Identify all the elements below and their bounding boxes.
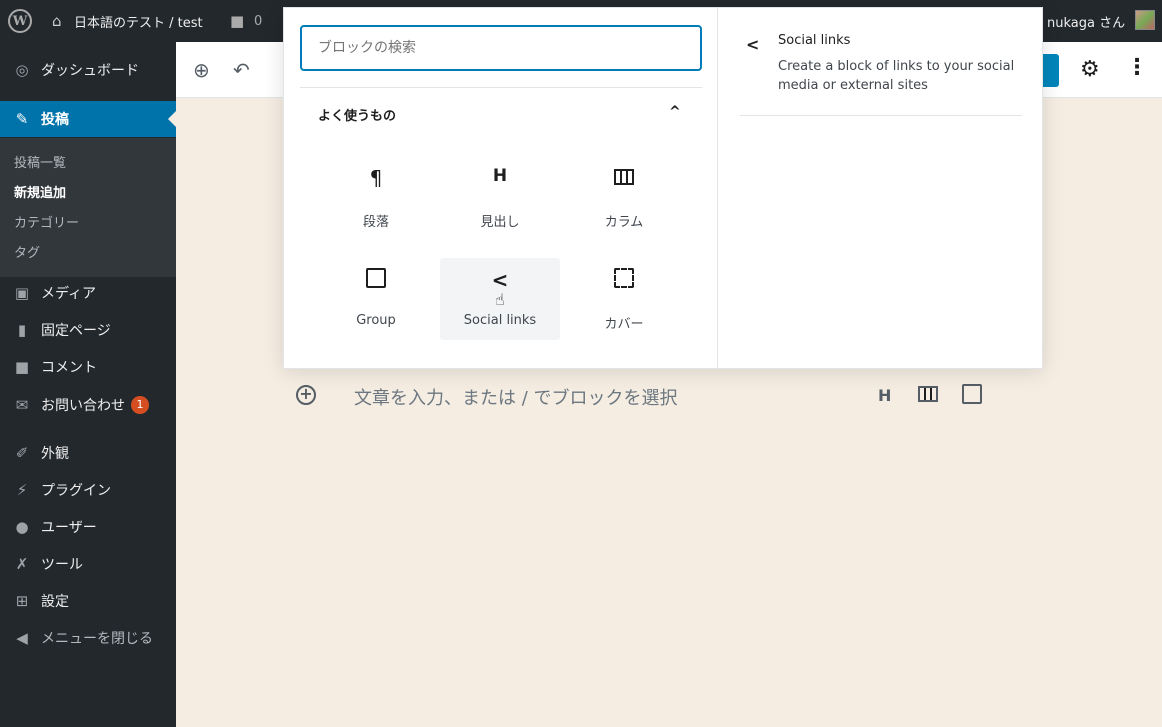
sidebar-item-media[interactable]: ▣ メディア [0,275,176,311]
wordpress-logo-icon[interactable]: W [8,9,32,33]
comment-count[interactable]: 0 [254,0,262,42]
inline-add-block-icon[interactable]: + [296,385,316,405]
notification-badge: 1 [131,396,149,414]
paragraph-icon: ¶ [369,166,383,190]
sidebar-item-tools[interactable]: ✗ ツール [0,546,176,582]
sidebar-item-label: 固定ページ [41,323,111,339]
sidebar-sub-add-new[interactable]: 新規追加 [14,182,66,201]
preview-title: Social links [778,33,851,48]
sidebar-item-label: メディア [41,286,97,302]
brush-icon: ✐ [15,444,29,462]
sidebar-item-users[interactable]: ● ユーザー [0,509,176,545]
block-search-input[interactable] [300,25,702,71]
sidebar-item-label: 投稿 [41,112,69,128]
media-icon: ▣ [14,284,30,302]
quick-heading-icon[interactable]: H [878,386,891,405]
block-placeholder[interactable]: 文章を入力、または / でブロックを選択 [354,384,678,410]
sidebar-item-label: 外観 [41,446,69,462]
sidebar-item-posts[interactable]: ✎ 投稿 [0,101,176,137]
sidebar-item-dashboard[interactable]: ◎ ダッシュボード [0,52,176,88]
mail-icon: ✉ [15,396,29,414]
heading-icon: H [492,166,508,186]
sidebar-sub-tags[interactable]: タグ [14,242,40,261]
sidebar-item-label: コメント [41,360,97,376]
sidebar-item-pages[interactable]: ▮ 固定ページ [0,312,176,348]
sidebar-sub-categories[interactable]: カテゴリー [14,212,79,231]
sidebar-item-settings[interactable]: ⊞ 設定 [0,583,176,619]
sidebar-item-comments[interactable]: ■ コメント [0,349,176,385]
avatar[interactable] [1135,10,1155,30]
active-indicator [168,111,176,127]
add-block-icon[interactable]: ⊕ [193,58,210,82]
home-icon[interactable]: ⌂ [52,0,62,42]
plugin-icon: ⚡ [16,481,28,499]
quick-columns-icon[interactable] [918,386,938,406]
undo-icon[interactable]: ↶ [233,58,250,82]
block-item-label: カラム [604,215,644,230]
dashboard-icon: ◎ [15,61,29,79]
sidebar-item-label: 設定 [41,594,69,610]
preview-description: Create a block of links to your social m… [778,59,1015,93]
block-item-paragraph[interactable]: ¶ 段落 [316,156,436,238]
block-item-group[interactable]: Group [316,258,436,340]
user-icon: ● [15,518,29,536]
block-preview-panel: < Social links Create a block of links t… [718,8,1042,368]
share-icon: < [746,35,760,54]
block-item-label: Group [356,313,396,328]
sidebar-item-plugins[interactable]: ⚡ プラグイン [0,472,176,508]
divider [300,87,702,88]
collapse-menu-button[interactable]: ◀ メニューを閉じる [0,620,176,656]
sidebar-item-label: ダッシュボード [41,63,139,79]
block-item-columns[interactable]: カラム [564,156,684,238]
block-item-label: 見出し [480,215,520,230]
pin-icon: ✎ [15,110,29,128]
block-inserter-popover: よく使うもの ^ ¶ 段落 H 見出し カラム Group < Social l… [283,7,1043,369]
more-menu-icon[interactable]: ⋮ [1126,55,1148,80]
sidebar-item-appearance[interactable]: ✐ 外観 [0,435,176,471]
block-item-cover[interactable]: カバー [564,258,684,340]
sidebar-item-label: プラグイン [41,483,111,499]
collapse-icon: ◀ [16,629,28,647]
sidebar-item-label: メニューを閉じる [41,631,153,647]
wrench-icon: ✗ [15,555,29,573]
category-title[interactable]: よく使うもの [318,105,396,124]
page-icon: ▮ [17,321,27,339]
site-name-link[interactable]: 日本語のテスト / test [74,0,203,42]
sidebar-item-label: お問い合わせ [41,398,125,414]
sidebar-item-label: ユーザー [41,520,97,536]
sidebar-sub-all-posts[interactable]: 投稿一覧 [14,152,66,171]
block-item-label: カバー [604,317,644,332]
share-icon: < [491,268,509,292]
inserter-panel: よく使うもの ^ ¶ 段落 H 見出し カラム Group < Social l… [284,8,718,368]
block-item-heading[interactable]: H 見出し [440,156,560,238]
cover-icon [564,268,684,293]
block-item-label: Social links [463,313,537,328]
columns-icon [564,166,684,190]
admin-sidebar: ◎ ダッシュボード ✎ 投稿 投稿一覧 新規追加 カテゴリー タグ ▣ メディア… [0,42,176,727]
gear-icon[interactable]: ⚙ [1080,57,1100,82]
settings-icon: ⊞ [15,592,29,610]
group-icon [316,268,436,293]
hand-cursor-icon: ☝ [495,290,505,309]
sidebar-item-label: ツール [41,557,83,573]
quick-group-icon[interactable] [962,384,982,408]
comment-icon[interactable]: ■ [230,0,244,42]
block-item-label: 段落 [362,215,389,230]
chevron-up-icon[interactable]: ^ [669,104,681,120]
posts-submenu: 投稿一覧 新規追加 カテゴリー タグ [0,138,176,277]
comment-icon: ■ [14,358,30,376]
divider [740,115,1022,116]
sidebar-item-contact[interactable]: ✉ お問い合わせ 1 [0,387,176,423]
user-name-link[interactable]: nukaga さん [1047,0,1125,42]
